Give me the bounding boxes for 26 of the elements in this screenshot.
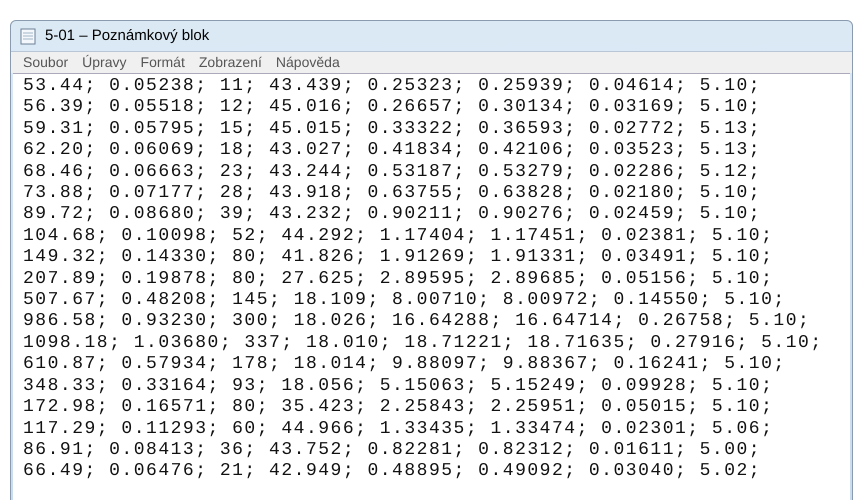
text-line: 1098.18; 1.03680; 337; 18.010; 18.71221; 18.71635; 0.27916; 5.10; <box>23 332 824 354</box>
text-line: 86.91; 0.08413; 36; 43.752; 0.82281; 0.82312; 0.01611; 5.00; <box>23 440 762 462</box>
text-line: 986.58; 0.93230; 300; 18.026; 16.64288; 16.64714; 0.26758; 5.10; <box>23 311 812 333</box>
text-line: 149.32; 0.14330; 80; 41.826; 1.91269; 1.91331; 0.03491; 5.10; <box>23 247 774 269</box>
text-line: 89.72; 0.08680; 39; 43.232; 0.90211; 0.90276; 0.02459; 5.10; <box>23 204 762 226</box>
text-line: 56.39; 0.05518; 12; 45.016; 0.26657; 0.30134; 0.03169; 5.10; <box>23 97 762 119</box>
text-line: 73.88; 0.07177; 28; 43.918; 0.63755; 0.63828; 0.02180; 5.10; <box>23 183 762 204</box>
text-line: 172.98; 0.16571; 80; 35.423; 2.25843; 2.25951; 0.05015; 5.10; <box>23 397 774 418</box>
text-line: 507.67; 0.48208; 145; 18.109; 8.00710; 8.00972; 0.14550; 5.10; <box>23 290 787 312</box>
text-line: 117.29; 0.11293; 60; 44.966; 1.33435; 1.33474; 0.02301; 5.06; <box>23 418 774 440</box>
menu-item[interactable]: Soubor <box>23 52 68 73</box>
text-line: 207.89; 0.19878; 80; 27.625; 2.89595; 2.89685; 0.05156; 5.10; <box>23 268 774 290</box>
menu-item[interactable]: Nápověda <box>276 52 340 73</box>
menu-item[interactable]: Formát <box>140 52 185 73</box>
text-line: 53.44; 0.05238; 11; 43.439; 0.25323; 0.25939; 0.04614; 5.10; <box>23 76 762 98</box>
menu-item[interactable]: Zobrazení <box>198 52 262 73</box>
text-line: 68.46; 0.06663; 23; 43.244; 0.53187; 0.53279; 0.02286; 5.12; <box>23 162 762 184</box>
text-line: 104.68; 0.10098; 52; 44.292; 1.17404; 1.17451; 0.02381; 5.10; <box>23 226 774 248</box>
text-line: 348.33; 0.33164; 93; 18.056; 5.15063; 5.15249; 0.09928; 5.10; <box>23 376 774 398</box>
text-line: 610.87; 0.57934; 178; 18.014; 9.88097; 9.88367; 0.16241; 5.10; <box>23 354 787 376</box>
menu-item[interactable]: Úpravy <box>82 52 127 73</box>
text-line: 62.20; 0.06069; 18; 43.027; 0.41834; 0.42106; 0.03523; 5.13; <box>23 140 762 162</box>
text-line: 59.31; 0.05795; 15; 45.015; 0.33322; 0.36593; 0.02772; 5.13; <box>23 118 762 140</box>
window-title: 5-01 – Poznámkový blok <box>45 26 210 46</box>
text-line: 66.49; 0.06476; 21; 42.949; 0.48895; 0.49092; 0.03040; 5.02; <box>23 461 762 483</box>
notepad-icon <box>19 27 37 45</box>
